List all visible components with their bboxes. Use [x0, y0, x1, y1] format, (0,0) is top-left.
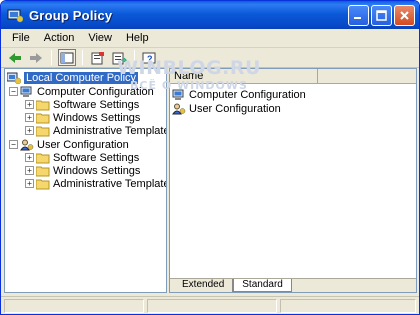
group-policy-icon — [7, 9, 23, 23]
tree-item-computer-configuration[interactable]: − Computer Configuration — [9, 85, 154, 98]
expand-icon[interactable]: + — [25, 113, 34, 122]
help-icon: ? — [142, 52, 156, 64]
menu-view[interactable]: View — [81, 32, 119, 44]
svg-text:?: ? — [147, 54, 153, 64]
tree-label: Software Settings — [53, 151, 140, 164]
help-button[interactable]: ? — [141, 49, 159, 66]
menu-bar: File Action View Help — [1, 29, 419, 48]
computer-icon — [20, 86, 32, 97]
folder-icon — [36, 100, 50, 110]
tree-item-user-configuration[interactable]: − User Configuration — [9, 138, 129, 151]
user-icon — [172, 103, 186, 114]
collapse-icon[interactable]: − — [9, 140, 18, 149]
list-item[interactable]: Computer Configuration — [172, 88, 306, 101]
show-hide-tree-button[interactable] — [58, 49, 76, 66]
folder-icon — [36, 179, 50, 189]
folder-icon — [36, 113, 50, 123]
tree-item-software-settings[interactable]: + Software Settings — [25, 98, 139, 111]
expand-icon[interactable]: + — [25, 166, 34, 175]
toolbar-separator — [82, 50, 83, 65]
minimize-icon — [354, 17, 361, 19]
status-bar — [1, 296, 419, 314]
close-button[interactable] — [394, 5, 415, 26]
tree-label: Computer Configuration — [37, 85, 154, 98]
status-cell — [280, 299, 416, 313]
status-cell — [147, 299, 277, 313]
maximize-icon — [376, 10, 387, 21]
tree-item-local-computer-policy[interactable]: Local Computer Policy — [7, 71, 139, 84]
tree-item-windows-settings[interactable]: + Windows Settings — [25, 111, 140, 124]
toolbar-separator — [134, 50, 135, 65]
expand-icon[interactable]: + — [25, 179, 34, 188]
column-header-name[interactable]: Name — [170, 69, 318, 84]
list-item-label: Computer Configuration — [189, 88, 306, 101]
expand-icon[interactable]: + — [25, 100, 34, 109]
tree-label: Windows Settings — [53, 164, 141, 177]
toolbar-separator — [51, 50, 52, 65]
tree-label: Administrative Templates — [53, 124, 167, 137]
maximize-button[interactable] — [371, 5, 392, 26]
back-button[interactable] — [6, 49, 24, 66]
minimize-button[interactable] — [348, 5, 369, 26]
group-policy-window: Group Policy File Action View Help ? Loc… — [0, 0, 420, 315]
policy-icon — [7, 72, 21, 84]
tab-extended[interactable]: Extended — [174, 279, 234, 292]
close-icon — [400, 11, 409, 20]
tree-label: Administrative Templates — [53, 177, 167, 190]
tree-item-software-settings[interactable]: + Software Settings — [25, 151, 139, 164]
tree-label-root: Local Computer Policy — [24, 71, 139, 84]
view-tabs: Extended Standard — [170, 278, 416, 292]
tree-label: Software Settings — [53, 98, 140, 111]
computer-icon — [172, 89, 184, 100]
forward-arrow-icon — [30, 52, 42, 63]
tree-label: Windows Settings — [53, 111, 141, 124]
status-cell — [4, 299, 144, 313]
properties-icon — [91, 51, 104, 64]
folder-icon — [36, 166, 50, 176]
console-tree-icon — [60, 52, 74, 63]
folder-icon — [36, 153, 50, 163]
expand-icon[interactable]: + — [25, 126, 34, 135]
tree-item-administrative-templates[interactable]: + Administrative Templates — [25, 177, 167, 190]
list-item[interactable]: User Configuration — [172, 102, 281, 115]
list-item-label: User Configuration — [189, 102, 281, 115]
column-header-empty[interactable] — [318, 69, 416, 84]
properties-button[interactable] — [89, 49, 107, 66]
menu-help[interactable]: Help — [119, 32, 156, 44]
menu-file[interactable]: File — [5, 32, 37, 44]
folder-icon — [36, 126, 50, 136]
expand-icon[interactable]: + — [25, 153, 34, 162]
console-tree[interactable]: Local Computer Policy − Computer Configu… — [4, 68, 167, 293]
tree-item-windows-settings[interactable]: + Windows Settings — [25, 164, 140, 177]
back-arrow-icon — [9, 52, 21, 63]
column-header-row: Name — [170, 69, 416, 84]
tree-label: User Configuration — [37, 138, 129, 151]
menu-action[interactable]: Action — [37, 32, 82, 44]
forward-button[interactable] — [27, 49, 45, 66]
tree-item-administrative-templates[interactable]: + Administrative Templates — [25, 124, 167, 137]
collapse-icon[interactable]: − — [9, 87, 18, 96]
toolbar: ? — [1, 48, 419, 68]
user-icon — [20, 139, 34, 150]
tab-standard[interactable]: Standard — [233, 279, 292, 292]
details-pane[interactable]: Name Computer Configuration User Configu… — [169, 68, 417, 293]
export-list-icon — [112, 52, 127, 64]
title-bar[interactable]: Group Policy — [1, 1, 419, 29]
export-list-button[interactable] — [110, 49, 128, 66]
window-title: Group Policy — [29, 7, 113, 23]
